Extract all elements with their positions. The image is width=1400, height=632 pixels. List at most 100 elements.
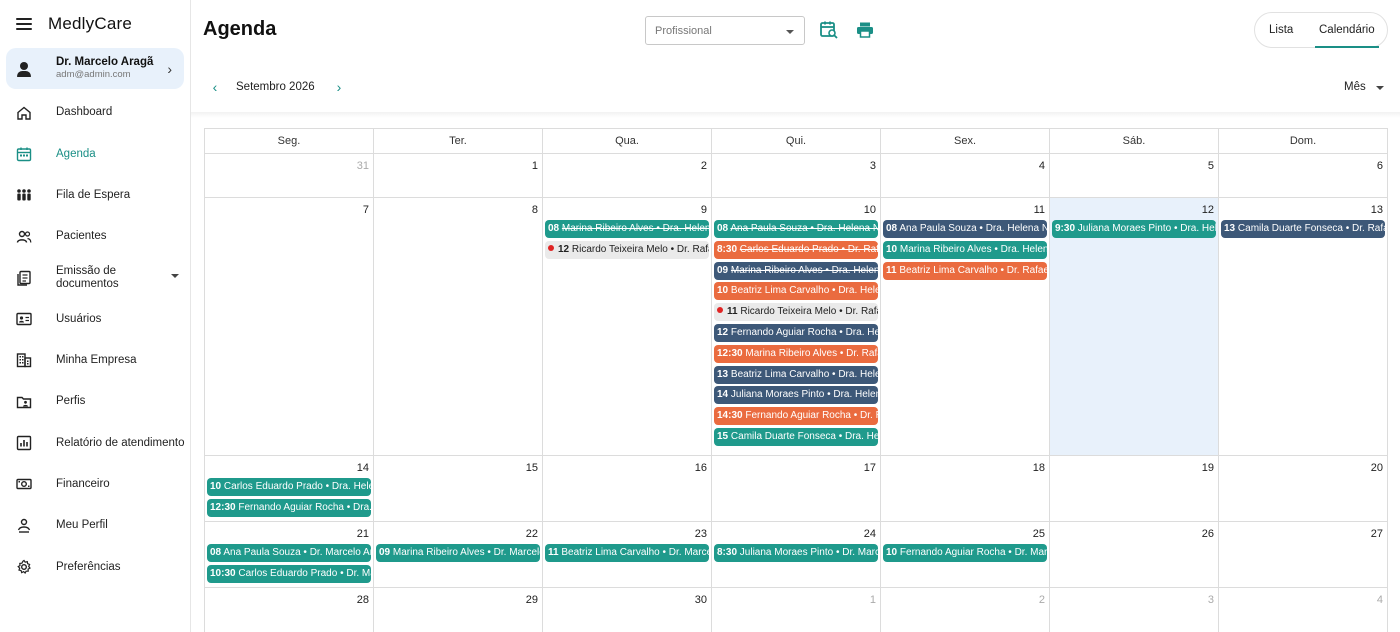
appointment-event[interactable]: 11 Beatriz Lima Carvalho • Dr. Rafael [883, 261, 1047, 280]
calendar-search-icon[interactable] [819, 20, 839, 40]
sidebar-item-pacientes[interactable]: Pacientes [0, 216, 190, 257]
sidebar-item-usuarios[interactable]: Usuários [0, 298, 190, 339]
calendar-day[interactable]: 31 [205, 154, 374, 198]
calendar-day[interactable]: 22 09 Marina Ribeiro Alves • Dr. Marcelo [374, 522, 543, 588]
expand-caret-icon[interactable] [171, 274, 179, 279]
appointment-event[interactable]: 12 Fernando Aguiar Rocha • Dra. Helena [714, 323, 878, 342]
day-number[interactable]: 25 [1033, 528, 1045, 540]
sidebar-item-dashboard[interactable]: Dashboard [0, 92, 190, 133]
calendar-day[interactable]: 20 [1219, 456, 1388, 522]
day-number[interactable]: 19 [1202, 462, 1214, 474]
calendar-day[interactable]: 21 08 Ana Paula Souza • Dr. Marcelo Aragã… [205, 522, 374, 588]
sidebar-item-relatorio[interactable]: Relatório de atendimento [0, 422, 190, 463]
calendar-day[interactable]: 26 [1050, 522, 1219, 588]
professional-select[interactable]: Profissional [645, 16, 805, 45]
appointment-event[interactable]: 11 Beatriz Lima Carvalho • Dr. Marcelo [545, 544, 709, 562]
calendar-day[interactable]: 15 [374, 456, 543, 522]
period-select[interactable]: Mês [1344, 81, 1366, 93]
day-number[interactable]: 5 [1208, 160, 1214, 172]
calendar-day-today[interactable]: 12 9:30 Juliana Moraes Pinto • Dra. Helen… [1050, 198, 1219, 456]
appointment-event[interactable]: 12:30 Marina Ribeiro Alves • Dr. Rafael [714, 344, 878, 363]
day-number[interactable]: 31 [357, 160, 369, 172]
sidebar-item-perfis[interactable]: Perfis [0, 381, 190, 422]
appointment-event[interactable]: 09 Marina Ribeiro Alves • Dr. Marcelo [376, 544, 540, 562]
appointment-event[interactable]: 10:30 Carlos Eduardo Prado • Dr. Marcelo [207, 564, 371, 583]
day-number[interactable]: 16 [695, 462, 707, 474]
day-number[interactable]: 26 [1202, 528, 1214, 540]
calendar-day[interactable]: 28 [205, 588, 374, 632]
view-list-button[interactable]: Lista [1269, 24, 1293, 36]
calendar-day[interactable]: 3 [1050, 588, 1219, 632]
calendar-day[interactable]: 29 [374, 588, 543, 632]
day-number[interactable]: 6 [1377, 160, 1383, 172]
calendar-day[interactable]: 14 10 Carlos Eduardo Prado • Dra. Helena 1… [205, 456, 374, 522]
calendar-day[interactable]: 13 13 Camila Duarte Fonseca • Dr. Rafael [1219, 198, 1388, 456]
appointment-event[interactable]: 10 Fernando Aguiar Rocha • Dr. Marcelo [883, 544, 1047, 562]
sidebar-item-agenda[interactable]: Agenda [0, 133, 190, 174]
calendar-day[interactable]: 10 08 Ana Paula Souza • Dra. Helena Nogue… [712, 198, 881, 456]
sidebar-item-meu-perfil[interactable]: Meu Perfil [0, 505, 190, 546]
day-number[interactable]: 4 [1377, 594, 1383, 606]
day-number[interactable]: 9 [701, 204, 707, 216]
appointment-event[interactable]: 9:30 Juliana Moraes Pinto • Dra. Helena [1052, 220, 1216, 238]
calendar-day[interactable]: 30 [543, 588, 712, 632]
day-number[interactable]: 21 [357, 528, 369, 540]
view-calendar-button[interactable]: Calendário [1319, 24, 1375, 36]
calendar-day[interactable]: 27 [1219, 522, 1388, 588]
calendar-day[interactable]: 24 8:30 Juliana Moraes Pinto • Dr. Marcel… [712, 522, 881, 588]
appointment-event[interactable]: 10 Beatriz Lima Carvalho • Dra. Helena [714, 282, 878, 301]
appointment-event[interactable]: 10 Carlos Eduardo Prado • Dra. Helena [207, 478, 371, 496]
calendar-day[interactable]: 8 [374, 198, 543, 456]
day-number[interactable]: 30 [695, 594, 707, 606]
calendar-day[interactable]: 2 [881, 588, 1050, 632]
day-number[interactable]: 28 [357, 594, 369, 606]
calendar-day[interactable]: 19 [1050, 456, 1219, 522]
calendar-day[interactable]: 1 [374, 154, 543, 198]
appointment-event[interactable]: 08 Marina Ribeiro Alves • Dra. Helena [545, 220, 709, 238]
calendar-day[interactable]: 16 [543, 456, 712, 522]
day-number[interactable]: 7 [363, 204, 369, 216]
day-number[interactable]: 23 [695, 528, 707, 540]
calendar-day[interactable]: 17 [712, 456, 881, 522]
day-number[interactable]: 8 [532, 204, 538, 216]
prev-month-chevron-icon[interactable]: ‹ [207, 79, 223, 95]
calendar-day[interactable]: 7 [205, 198, 374, 456]
day-number[interactable]: 27 [1371, 528, 1383, 540]
day-number[interactable]: 20 [1371, 462, 1383, 474]
day-number[interactable]: 29 [526, 594, 538, 606]
next-month-chevron-icon[interactable]: › [331, 79, 347, 95]
print-icon[interactable] [855, 20, 875, 40]
sidebar-item-preferencias[interactable]: Preferências [0, 546, 190, 587]
sidebar-item-emissao-documentos[interactable]: Emissão de documentos [0, 257, 190, 298]
calendar-day[interactable]: 18 [881, 456, 1050, 522]
day-number[interactable]: 1 [532, 160, 538, 172]
day-number[interactable]: 10 [864, 204, 876, 216]
sidebar-item-financeiro[interactable]: Financeiro [0, 464, 190, 505]
appointment-event[interactable]: 10 Marina Ribeiro Alves • Dra. Helena [883, 240, 1047, 259]
appointment-event[interactable]: 08 Ana Paula Souza • Dr. Marcelo Aragão [207, 544, 371, 562]
user-card[interactable]: Dr. Marcelo Aragã adm@admin.com › [6, 48, 184, 89]
day-number[interactable]: 12 [1202, 204, 1214, 216]
calendar-day[interactable]: 6 [1219, 154, 1388, 198]
calendar-day[interactable]: 5 [1050, 154, 1219, 198]
day-number[interactable]: 13 [1371, 204, 1383, 216]
appointment-event[interactable]: 12 Ricardo Teixeira Melo • Dr. Rafael [545, 240, 709, 259]
appointment-event[interactable]: 14 Juliana Moraes Pinto • Dra. Helena [714, 386, 878, 405]
day-number[interactable]: 15 [526, 462, 538, 474]
appointment-event[interactable]: 08 Ana Paula Souza • Dra. Helena Nogueir… [883, 220, 1047, 238]
calendar-day[interactable]: 4 [881, 154, 1050, 198]
calendar-day[interactable]: 3 [712, 154, 881, 198]
appointment-event[interactable]: 13 Camila Duarte Fonseca • Dr. Rafael [1221, 220, 1385, 238]
appointment-event[interactable]: 08 Ana Paula Souza • Dra. Helena Nogueir… [714, 220, 878, 238]
calendar-day[interactable]: 23 11 Beatriz Lima Carvalho • Dr. Marcelo [543, 522, 712, 588]
day-number[interactable]: 11 [1034, 204, 1045, 216]
appointment-event[interactable]: 11 Ricardo Teixeira Melo • Dr. Rafael [714, 303, 878, 322]
sidebar-item-minha-empresa[interactable]: Minha Empresa [0, 340, 190, 381]
day-number[interactable]: 2 [701, 160, 707, 172]
day-number[interactable]: 3 [1208, 594, 1214, 606]
calendar-day[interactable]: 11 08 Ana Paula Souza • Dra. Helena Nogue… [881, 198, 1050, 456]
day-number[interactable]: 4 [1039, 160, 1045, 172]
appointment-event[interactable]: 14:30 Fernando Aguiar Rocha • Dr. Rafael [714, 407, 878, 426]
day-number[interactable]: 14 [357, 462, 369, 474]
appointment-event[interactable]: 15 Camila Duarte Fonseca • Dra. Helena [714, 427, 878, 446]
